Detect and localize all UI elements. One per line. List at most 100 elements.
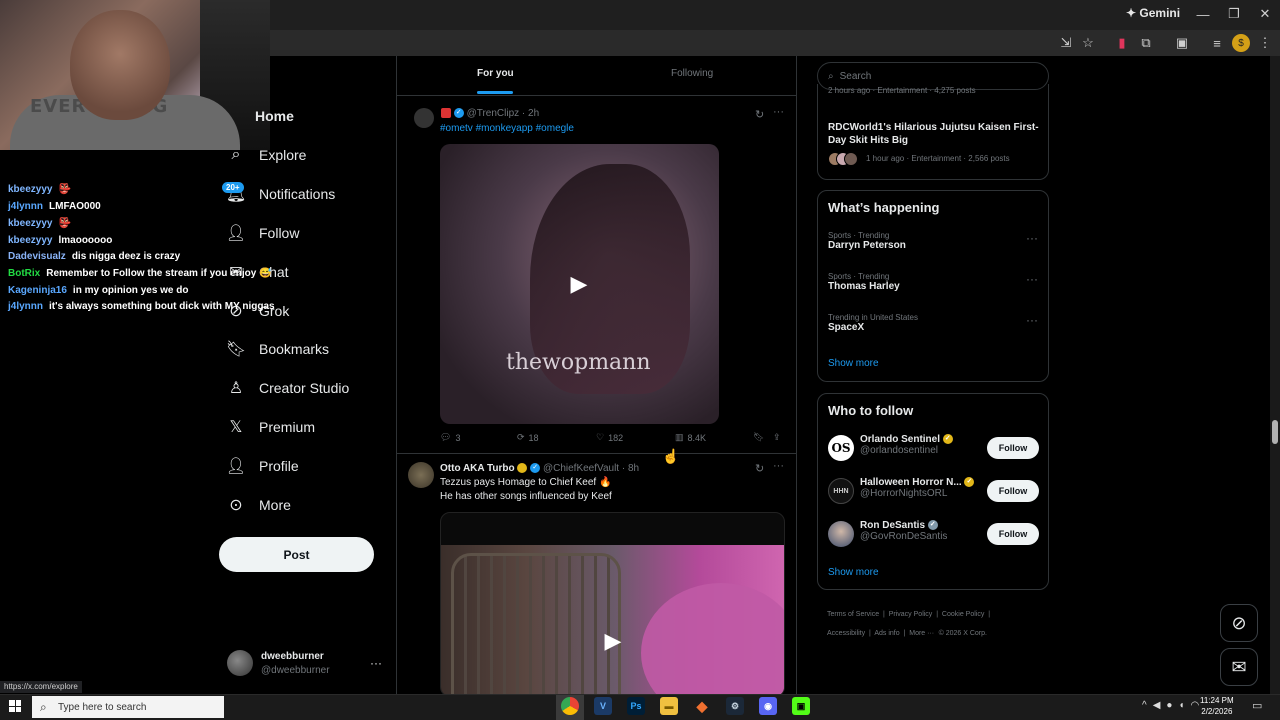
gemini-button[interactable]: ✦ Gemini [1126, 6, 1180, 20]
verified-badge-icon: ✓ [530, 463, 541, 474]
post1-video[interactable]: ▶ thewopmann [440, 144, 719, 424]
follow-button[interactable]: Follow [987, 523, 1039, 545]
footer-accessibility[interactable]: Accessibility [827, 630, 865, 637]
post2-avatar[interactable] [408, 462, 434, 488]
suggested-avatar[interactable]: HHN [828, 478, 854, 504]
share-action[interactable]: ⇪ [773, 432, 781, 443]
steam-app-icon[interactable]: ⚙ [726, 697, 744, 715]
footer-copyright: © 2026 X Corp. [938, 630, 987, 637]
tab-following[interactable]: Following [671, 68, 713, 79]
post1-time[interactable]: · 2h [522, 108, 539, 119]
nav-premium[interactable]: 𝕏 Premium [226, 412, 315, 442]
post2-more-icon[interactable]: ··· [773, 460, 784, 472]
follow-button[interactable]: Follow [987, 480, 1039, 502]
taskbar-clock[interactable]: 11:24 PM 2/2/2026 [1200, 695, 1234, 717]
footer-privacy[interactable]: Privacy Policy [889, 611, 933, 618]
news-title[interactable]: RDCWorld1's Hilarious Jujutsu Kaisen Fir… [828, 121, 1043, 147]
post2-video[interactable]: ▶ [440, 512, 785, 697]
nav-home[interactable]: Home [255, 101, 294, 131]
footer-cookie[interactable]: Cookie Policy [942, 611, 984, 618]
post1-name-emoji [441, 108, 451, 119]
suggested-handle: @orlandosentinel [860, 445, 938, 456]
nav-more[interactable]: ⊙ More [226, 490, 291, 520]
footer-ads-info[interactable]: Ads info [874, 630, 899, 637]
suggested-avatar[interactable] [828, 521, 854, 547]
account-name[interactable]: dweebburner [261, 651, 324, 662]
messages-float-button[interactable]: ✉ [1220, 648, 1258, 686]
footer-more[interactable]: More ··· [909, 630, 934, 637]
post2-time[interactable]: · 8h [622, 463, 639, 474]
chrome-app-icon[interactable] [561, 697, 579, 715]
windows-start-icon[interactable] [9, 700, 21, 712]
photoshop-app-icon[interactable]: Ps [627, 697, 645, 715]
tab-for-you[interactable]: For you [477, 68, 514, 79]
extension-red-icon[interactable]: ▮ [1113, 34, 1131, 52]
bookmark-star-icon[interactable]: ☆ [1079, 34, 1097, 52]
views-action[interactable]: ▥ 8.4K [675, 432, 706, 443]
close-window-button[interactable]: ✕ [1250, 0, 1280, 28]
news-avatars [828, 152, 858, 166]
who-to-follow-show-more-link[interactable]: Show more [828, 567, 879, 578]
suggested-account[interactable]: Orlando Sentinel ✓ @orlandosentinel [860, 434, 980, 456]
extensions-puzzle-icon[interactable]: ⧉ [1137, 34, 1155, 52]
post2-handle[interactable]: @ChiefKeefVault [543, 463, 619, 474]
trend-more-icon[interactable]: ··· [1026, 313, 1038, 327]
grok-refresh-icon[interactable]: ↻ [755, 108, 764, 121]
play-icon[interactable]: ▶ [595, 623, 631, 659]
nav-explore[interactable]: ⌕ Explore [226, 140, 307, 170]
scrollbar-thumb[interactable] [1272, 420, 1278, 444]
minimize-button[interactable]: — [1188, 0, 1218, 28]
system-tray[interactable]: ^◀●◖◠ [1142, 700, 1205, 711]
verified-gold-icon: ✓ [942, 434, 953, 445]
grok-float-button[interactable]: ⊘ [1220, 604, 1258, 642]
maximize-button[interactable]: ❐ [1219, 0, 1249, 28]
trend-item[interactable]: Sports · Trending Thomas Harley [828, 272, 1040, 292]
discord-app-icon[interactable]: ◉ [759, 697, 777, 715]
install-app-icon[interactable]: ⇲ [1057, 34, 1075, 52]
suggested-name: Orlando Sentinel [860, 434, 941, 445]
trend-more-icon[interactable]: ··· [1026, 272, 1038, 286]
footer-links: Terms of Service | Privacy Policy | Cook… [827, 611, 991, 637]
brave-app-icon[interactable]: ◆ [693, 697, 711, 715]
suggested-account[interactable]: Halloween Horror N... ✓ @HorrorNightsORL [860, 477, 984, 499]
post1-avatar[interactable] [414, 108, 434, 128]
post1-hashtags[interactable]: #ometv #monkeyapp #omegle [440, 123, 574, 134]
trend-item[interactable]: Sports · Trending Darryn Peterson [828, 231, 1040, 251]
trend-category: Trending in United States [828, 313, 918, 322]
suggested-account[interactable]: Ron DeSantis ✓ @GovRonDeSantis [860, 520, 980, 542]
media-control-icon[interactable]: ≡ [1208, 34, 1226, 52]
account-more-button[interactable]: ··· [370, 656, 382, 670]
nav-profile[interactable]: 👤︎ Profile [226, 451, 299, 481]
sidepanel-icon[interactable]: ▣ [1173, 34, 1191, 52]
post-button[interactable]: Post [219, 537, 374, 572]
reply-action[interactable]: 💬︎ 3 [440, 432, 460, 443]
repost-action[interactable]: ⟳ 18 [517, 432, 539, 443]
like-action[interactable]: ♡ 182 [596, 432, 623, 443]
trends-show-more-link[interactable]: Show more [828, 358, 879, 369]
notification-center-icon[interactable]: ▭ [1252, 699, 1262, 712]
verified-badge-icon: ✓ [453, 108, 464, 119]
profile-avatar-icon[interactable]: $ [1232, 34, 1250, 52]
file-explorer-icon[interactable]: ▬ [660, 697, 678, 715]
gemini-label: Gemini [1139, 6, 1181, 20]
bookmark-action[interactable]: 🔖︎ [753, 432, 764, 443]
nav-bookmarks[interactable]: 🔖︎ Bookmarks [226, 334, 329, 364]
suggested-avatar[interactable]: OS [828, 435, 854, 461]
account-avatar[interactable] [227, 650, 253, 676]
kick-app-icon[interactable]: ▣ [792, 697, 810, 715]
nav-follow[interactable]: 👤︎ Follow [226, 218, 300, 248]
trend-item[interactable]: Trending in United States SpaceX [828, 313, 1040, 333]
post1-more-icon[interactable]: ··· [773, 106, 784, 118]
taskbar-search-box[interactable]: ⌕ Type here to search [32, 696, 224, 718]
browser-menu-icon[interactable]: ⋮ [1256, 34, 1274, 52]
follow-button[interactable]: Follow [987, 437, 1039, 459]
grok-refresh-icon[interactable]: ↻ [755, 462, 764, 475]
nav-creator-studio[interactable]: ♙ Creator Studio [226, 373, 349, 403]
footer-terms[interactable]: Terms of Service [827, 611, 879, 618]
trend-more-icon[interactable]: ··· [1026, 231, 1038, 245]
vegas-app-icon[interactable]: V [594, 697, 612, 715]
post1-handle[interactable]: @TrenClipz [467, 108, 520, 119]
post2-name[interactable]: Otto AKA Turbo [440, 463, 515, 474]
play-icon[interactable]: ▶ [561, 266, 597, 302]
page-scrollbar[interactable] [1270, 56, 1280, 696]
